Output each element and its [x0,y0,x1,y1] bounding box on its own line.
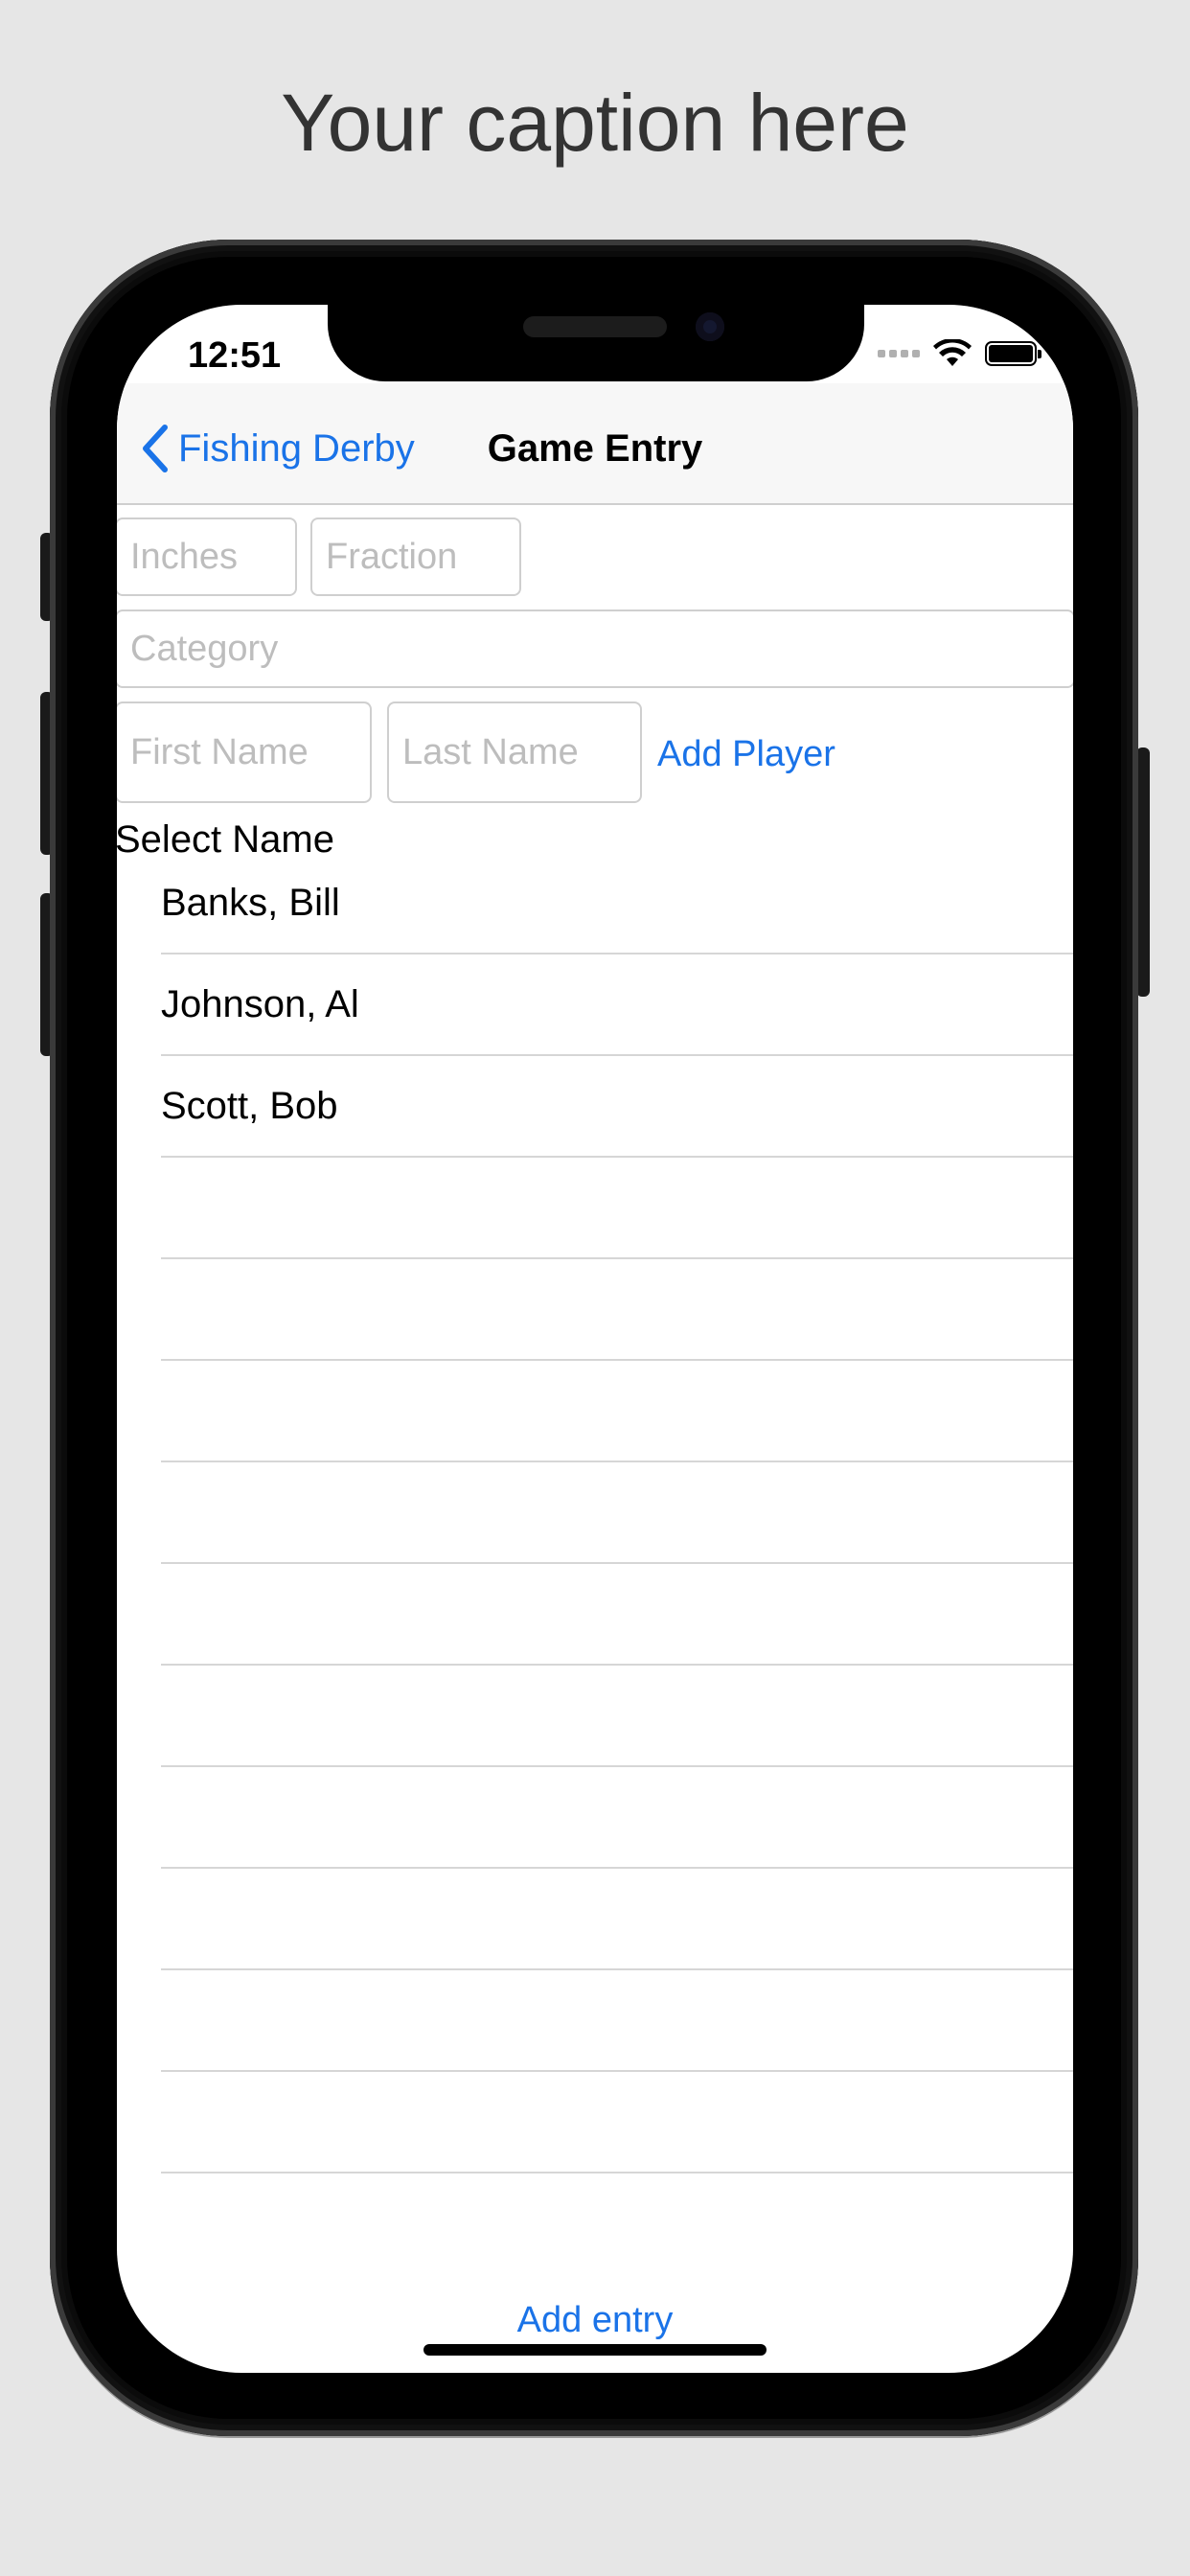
category-input[interactable] [117,610,1073,688]
cellular-signal-icon [878,350,920,357]
status-icons [878,339,1041,368]
add-player-button[interactable]: Add Player [657,734,835,775]
player-name: Banks, Bill [161,881,340,924]
status-time: 12:51 [188,335,282,376]
navigation-bar: Fishing Derby Game Entry [117,383,1073,505]
list-item[interactable]: Scott, Bob [161,1056,1073,1158]
phone-screen: 12:51 Fishing Derby Game Entry Add Playe… [117,305,1073,2373]
empty-list-row [161,1970,1073,2072]
list-item[interactable]: Johnson, Al [161,954,1073,1056]
speaker-grille [523,316,667,337]
notch [328,305,864,381]
add-entry-button[interactable]: Add entry [117,2300,1073,2341]
caption-text: Your caption here [281,78,909,168]
battery-icon [985,341,1041,366]
empty-list-row [161,1767,1073,1869]
inches-input[interactable] [117,518,297,596]
fraction-input[interactable] [310,518,521,596]
list-item[interactable]: Banks, Bill [161,853,1073,954]
page-title: Game Entry [487,427,703,470]
empty-list-row [161,1564,1073,1666]
empty-list-row [161,1462,1073,1564]
empty-list-row [161,1666,1073,1767]
camera-icon [696,312,724,341]
player-name: Scott, Bob [161,1084,338,1127]
empty-list-row [161,1361,1073,1462]
last-name-input[interactable] [387,702,642,803]
empty-list-row [161,1869,1073,1970]
player-list: Banks, Bill Johnson, Al Scott, Bob [117,853,1073,2174]
home-indicator [423,2344,767,2356]
empty-list-row [161,1259,1073,1361]
player-name: Johnson, Al [161,982,359,1025]
empty-list-row [161,1158,1073,1259]
wifi-icon [933,339,972,366]
empty-list-row [161,2072,1073,2174]
power-button [1136,748,1150,997]
first-name-input[interactable] [117,702,372,803]
